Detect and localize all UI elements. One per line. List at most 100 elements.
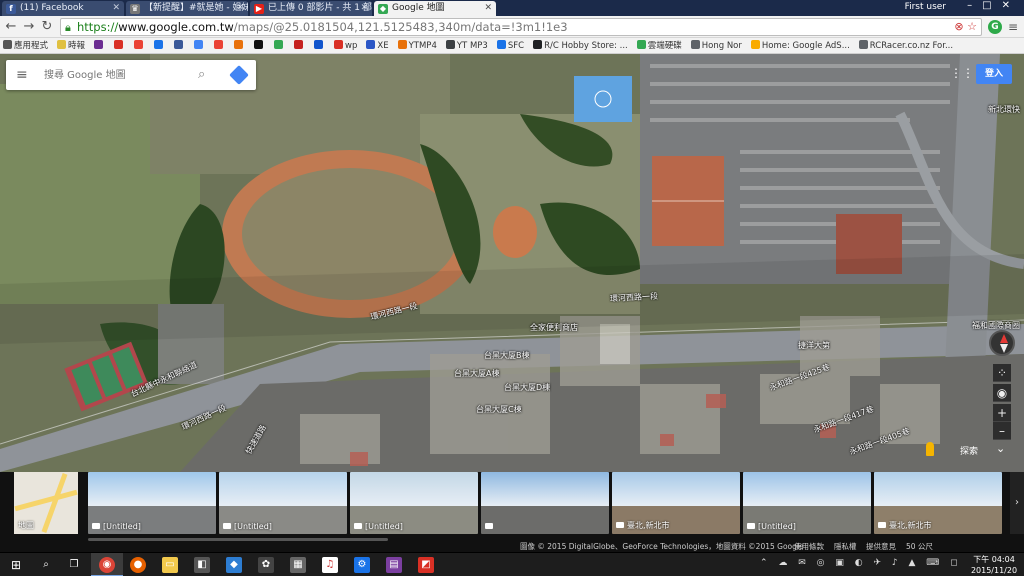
bookmark-item[interactable]: XE [363,38,389,53]
bookmark-item[interactable]: wp [331,38,357,53]
search-icon[interactable]: ⌕ [198,67,205,82]
app-icon[interactable]: ▤ [386,557,402,573]
scale-label[interactable]: 50 公尺 [906,542,933,552]
close-tab-icon[interactable]: ✕ [112,1,120,16]
next-photos-button[interactable]: › [1010,472,1024,534]
street-photo-thumbnail[interactable]: [Untitled] [743,472,871,534]
bookmark-item[interactable]: RCRacer.co.nz For... [856,38,953,53]
bookmark-icon [636,40,646,49]
calculator-icon[interactable]: ▦ [290,557,306,573]
bookmark-item[interactable] [91,38,105,53]
privacy-link[interactable]: 隱私權 [834,542,857,552]
tab-youtube[interactable]: ▶ 已上傳 0 部影片 - 共 1 部 ✕ [250,1,372,16]
bookmark-item[interactable] [211,38,225,53]
bookmark-item[interactable]: SFC [494,38,524,53]
satellite-map[interactable]: 環河西路一段 環河西路一段 全家便利商店 台黑大厦B棟 台黑大厦A棟 台黑大厦D… [0,54,1024,472]
bookmark-label: 應用程式 [14,41,49,51]
app-icon[interactable]: ✿ [258,557,274,573]
close-tab-icon[interactable]: ✕ [360,1,368,16]
address-bar[interactable]: 🔒︎ https://www.google.com.tw/maps/@25.01… [60,18,982,36]
directions-icon[interactable] [229,65,249,85]
photo-strip-scrollbar[interactable] [88,538,388,541]
feedback-link[interactable]: 提供意見 [866,542,896,552]
search-input[interactable] [44,66,194,84]
bookmark-item[interactable] [131,38,145,53]
bookmark-item[interactable]: R/C Hobby Store: ... [530,38,628,53]
map-view-thumbnail[interactable]: 地圖 [14,472,78,534]
windows-start-icon[interactable]: ⊞ [8,557,24,573]
camera-icon [616,522,624,528]
street-photo-thumbnail[interactable]: [Untitled] [219,472,347,534]
window-controls[interactable]: –□✕ [967,0,1020,11]
zoom-out-button[interactable]: – [993,422,1011,440]
bookmark-item[interactable]: YTMP4 [395,38,437,53]
system-tray-icons[interactable]: ⌃ ☁ ✉ ◎ ▣ ◐ ✈ ♪ ▲ ⌨ ◻ [760,558,962,568]
street-photo-thumbnail[interactable]: 臺北,新北市 [874,472,1002,534]
close-tab-icon[interactable]: ✕ [236,1,244,16]
profile-name[interactable]: First user [905,2,946,12]
bookmark-item[interactable]: 雲端硬碟 [634,38,682,53]
reload-button[interactable]: ↻ [40,19,54,35]
itunes-icon[interactable]: ♫ [322,557,338,573]
building-label[interactable]: 捷洋大第 [798,340,830,351]
chevron-down-icon[interactable]: ⌄ [996,442,1005,455]
building-label[interactable]: 台黑大厦D棟 [504,382,550,393]
poi-label[interactable]: 福和國際商圈 [972,320,1020,331]
bookmark-item[interactable] [171,38,185,53]
building-label[interactable]: 台黑大厦B棟 [484,350,530,361]
close-tab-icon[interactable]: ✕ [484,1,492,16]
signin-button[interactable]: 登入 [976,64,1012,84]
bookmark-icon [690,40,700,49]
tab-forum[interactable]: ♛ 【新提醒】#就是她 - 姐妹 ✕ [126,1,248,16]
chrome-icon[interactable]: ◉ [99,557,115,573]
grammarly-extension-icon[interactable]: G [988,20,1002,34]
tab-google-maps[interactable]: ◆ Google 地圖 ✕ [374,1,496,16]
street-photo-thumbnail[interactable]: [Untitled] [350,472,478,534]
bookmark-item[interactable]: 時報 [54,38,85,53]
street-photo-thumbnail[interactable] [481,472,609,534]
back-button[interactable]: ← [4,19,18,35]
menu-icon[interactable]: ≡ [1008,20,1018,34]
terms-link[interactable]: 使用條款 [794,542,824,552]
browser-tab-strip: f (11) Facebook ✕ ♛ 【新提醒】#就是她 - 姐妹 ✕ ▶ 已… [0,0,1024,16]
tab-facebook[interactable]: f (11) Facebook ✕ [2,1,124,16]
explore-button[interactable]: 探索 [960,444,978,457]
bookmark-item[interactable] [231,38,245,53]
bookmark-item[interactable] [151,38,165,53]
file-explorer-icon[interactable]: ▭ [162,557,178,573]
settings-icon[interactable]: ⚙ [354,557,370,573]
bookmark-item[interactable] [291,38,305,53]
compass-icon[interactable] [989,330,1015,356]
pegman-icon[interactable] [926,442,934,456]
forward-button[interactable]: → [22,19,36,35]
building-label[interactable]: 台黑大厦C棟 [476,404,522,415]
app-icon[interactable]: ◩ [418,557,434,573]
hamburger-menu-icon[interactable]: ≡ [16,67,28,83]
my-location-icon[interactable]: ◉ [993,384,1011,402]
bookmark-item[interactable]: Home: Google AdS... [748,38,850,53]
bookmark-item[interactable] [251,38,265,53]
bookmark-item[interactable]: Hong Nor [688,38,742,53]
bookmark-item[interactable] [191,38,205,53]
building-label[interactable]: 台黑大厦A棟 [454,368,499,379]
system-clock[interactable]: 下午 04:04 2015/11/20 [968,554,1020,576]
firefox-icon[interactable]: ● [130,557,146,573]
zoom-in-button[interactable]: + [993,404,1011,422]
tab-title: (11) Facebook [20,3,84,13]
bookmark-item[interactable] [111,38,125,53]
poi-label[interactable]: 全家便利商店 [530,322,578,333]
app-icon[interactable]: ◆ [226,557,242,573]
bookmark-item[interactable]: YT MP3 [443,38,488,53]
bookmark-star-icon[interactable]: ⊗ ☆ [954,20,977,33]
search-icon[interactable]: ⌕ [38,557,54,573]
app-icon[interactable]: ◧ [194,557,210,573]
url-text[interactable]: https://www.google.com.tw/maps/@25.01815… [77,20,568,34]
bookmark-item[interactable]: 應用程式 [0,38,49,53]
bookmark-item[interactable] [271,38,285,53]
street-photo-thumbnail[interactable]: [Untitled] [88,472,216,534]
map-tilt-icon[interactable]: ⁘ [993,364,1011,382]
street-photo-thumbnail[interactable]: 臺北,新北市 [612,472,740,534]
bookmark-item[interactable] [311,38,325,53]
task-view-icon[interactable]: ❐ [66,557,82,573]
bookmark-icon [397,40,407,49]
